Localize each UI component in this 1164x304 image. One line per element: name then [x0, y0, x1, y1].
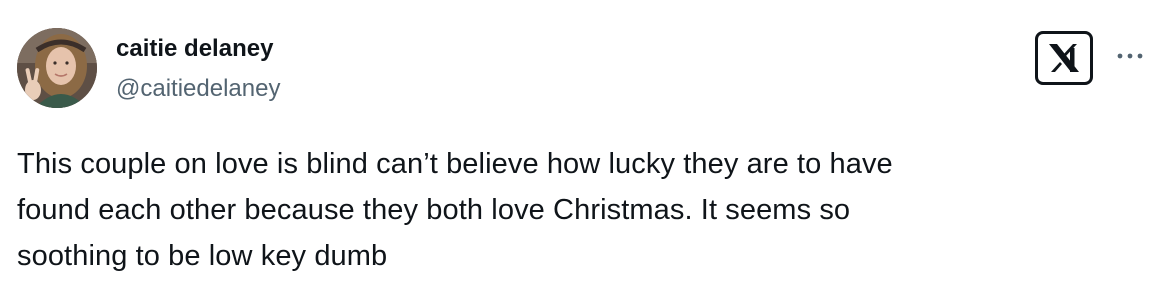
- post-text-line: found each other because they both love …: [17, 194, 851, 226]
- post-text-line: This couple on love is blind can’t belie…: [17, 148, 893, 180]
- x-logo-icon[interactable]: [1035, 31, 1093, 85]
- author-handle[interactable]: @caitiedelaney: [116, 74, 280, 104]
- avatar-photo: [17, 28, 97, 108]
- more-options-icon[interactable]: [1112, 38, 1148, 74]
- x-logo-glyph: [1049, 44, 1079, 72]
- avatar[interactable]: [17, 28, 97, 108]
- post-text: This couple on love is blind can’t belie…: [17, 141, 1137, 279]
- author-display-name[interactable]: caitie delaney: [116, 34, 273, 64]
- more-options-dots: [1117, 53, 1143, 59]
- post-text-line: soothing to be low key dumb: [17, 240, 388, 272]
- tweet-card: caitie delaney @caitiedelaney This coupl…: [0, 0, 1164, 304]
